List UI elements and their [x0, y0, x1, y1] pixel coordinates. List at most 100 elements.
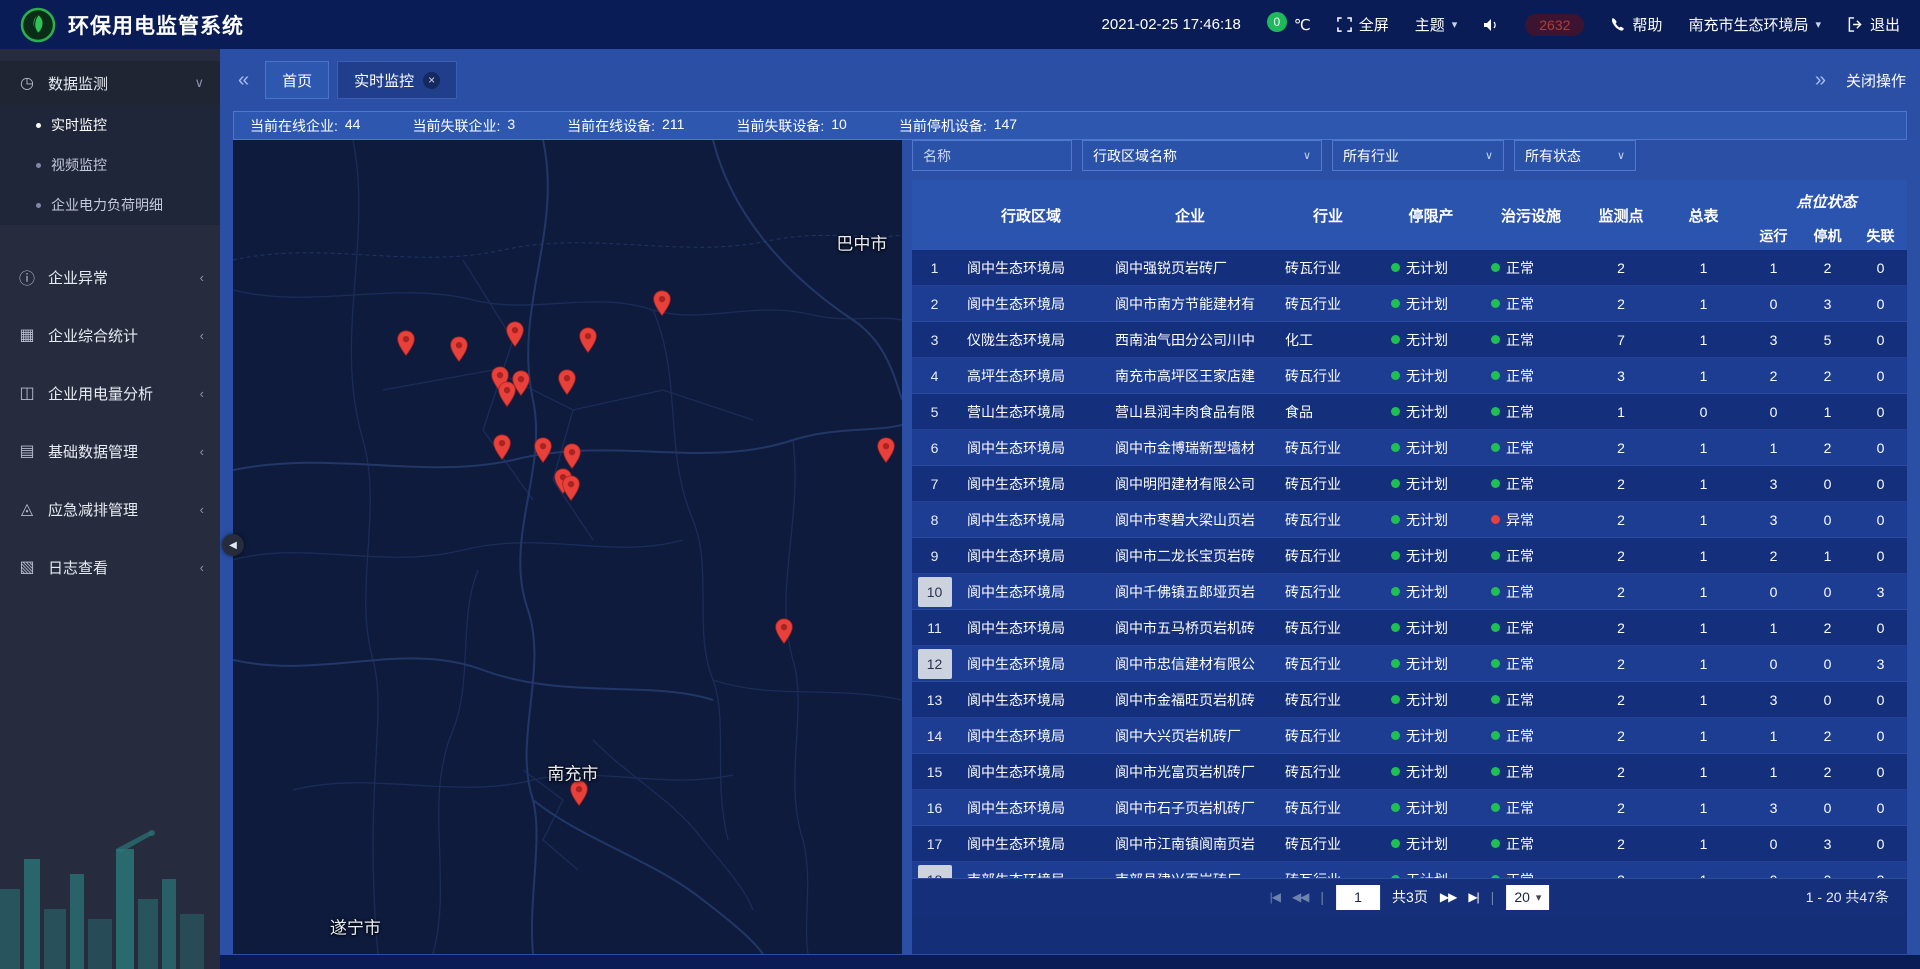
table-row[interactable]: 15阆中生态环境局阆中市光富页岩机砖厂砖瓦行业无计划正常21120: [912, 754, 1907, 790]
cell-stopped: 0: [1801, 862, 1854, 878]
map-pin-icon[interactable]: [557, 369, 576, 396]
map-pin-icon[interactable]: [397, 330, 416, 357]
table-row[interactable]: 8阆中生态环境局阆中市枣碧大梁山页岩砖瓦行业无计划异常21300: [912, 502, 1907, 538]
alarm-sound-button[interactable]: [1483, 18, 1499, 32]
cell-treatment: 正常: [1481, 862, 1581, 878]
first-page-button[interactable]: |◀: [1270, 890, 1280, 904]
cell-lost: 0: [1854, 358, 1907, 393]
cell-stop-limit: 无计划: [1381, 718, 1481, 753]
sidebar-section-应急减排管理[interactable]: ◬应急减排管理‹: [0, 487, 220, 531]
table-row[interactable]: 17阆中生态环境局阆中市江南镇阆南页岩砖瓦行业无计划正常21030: [912, 826, 1907, 862]
org-dropdown[interactable]: 南充市生态环境局 ▾: [1688, 14, 1821, 35]
chart-icon: ◫: [16, 383, 38, 403]
map-pin-icon[interactable]: [450, 336, 469, 363]
cell-running: 1: [1746, 250, 1801, 285]
map-pin-icon[interactable]: [876, 437, 895, 464]
cell-company: 阆中千佛镇五郎垭页岩: [1105, 574, 1275, 609]
status-select[interactable]: 所有状态 ∨: [1514, 140, 1636, 171]
tab-实时监控[interactable]: 实时监控×: [337, 61, 457, 99]
database-icon: ▤: [16, 441, 38, 461]
theme-dropdown[interactable]: 主题 ▾: [1415, 14, 1458, 35]
table-row[interactable]: 7阆中生态环境局阆中明阳建材有限公司砖瓦行业无计划正常21300: [912, 466, 1907, 502]
table-row[interactable]: 11阆中生态环境局阆中市五马桥页岩机砖砖瓦行业无计划正常21120: [912, 610, 1907, 646]
next-page-button[interactable]: ▶▶: [1440, 890, 1456, 904]
chevron-down-icon: ∨: [1485, 149, 1493, 162]
sidebar-section-基础数据管理[interactable]: ▤基础数据管理‹: [0, 429, 220, 473]
map-pin-icon[interactable]: [653, 290, 672, 317]
table-row[interactable]: 9阆中生态环境局阆中市二龙长宝页岩砖砖瓦行业无计划正常21210: [912, 538, 1907, 574]
cell-monitor-points: 2: [1581, 754, 1661, 789]
sidebar-item-企业电力负荷明细[interactable]: 企业电力负荷明细: [0, 185, 220, 225]
map-pin-icon[interactable]: [506, 321, 525, 348]
status-dot-icon: [1391, 587, 1400, 596]
close-operations-dropdown[interactable]: 关闭操作: [1846, 70, 1906, 91]
name-search-input[interactable]: [912, 140, 1072, 171]
cell-industry: 砖瓦行业: [1275, 682, 1381, 717]
table-row[interactable]: 10阆中生态环境局阆中千佛镇五郎垭页岩砖瓦行业无计划正常21003: [912, 574, 1907, 610]
cell-lost: 0: [1854, 430, 1907, 465]
cell-company: 阆中市枣碧大梁山页岩: [1105, 502, 1275, 537]
map-pin-icon[interactable]: [562, 443, 581, 470]
cell-treatment: 正常: [1481, 322, 1581, 357]
page-input[interactable]: [1336, 885, 1380, 910]
region-select[interactable]: 行政区域名称 ∨: [1082, 140, 1322, 171]
table-row[interactable]: 2阆中生态环境局阆中市南方节能建材有砖瓦行业无计划正常21030: [912, 286, 1907, 322]
close-icon[interactable]: ×: [423, 72, 440, 89]
status-dot-icon: [1491, 551, 1500, 560]
tabs: 首页 实时监控×: [265, 61, 457, 99]
map-pin-icon[interactable]: [561, 475, 580, 502]
cell-monitor-points: 2: [1581, 286, 1661, 321]
cell-running: 3: [1746, 502, 1801, 537]
sidebar-section-企业异常[interactable]: ⓘ企业异常‹: [0, 255, 220, 299]
help-button[interactable]: 帮助: [1610, 14, 1662, 35]
tabs-scroll-right-icon[interactable]: »: [1811, 69, 1830, 92]
alarm-count-badge[interactable]: 2632: [1525, 14, 1584, 36]
cell-treatment: 正常: [1481, 682, 1581, 717]
cell-stopped: 0: [1801, 502, 1854, 537]
table-row[interactable]: 13阆中生态环境局阆中市金福旺页岩机砖砖瓦行业无计划正常21300: [912, 682, 1907, 718]
map-collapse-button[interactable]: ◀: [222, 534, 244, 556]
map-pin-icon[interactable]: [774, 618, 793, 645]
last-page-button[interactable]: ▶|: [1468, 890, 1478, 904]
sidebar-section-label: 企业综合统计: [48, 325, 138, 346]
industry-select[interactable]: 所有行业 ∨: [1332, 140, 1504, 171]
map-pin-icon[interactable]: [578, 327, 597, 354]
logout-button[interactable]: 退出: [1847, 14, 1900, 35]
sidebar-item-实时监控[interactable]: 实时监控: [0, 105, 220, 145]
sidebar-section-日志查看[interactable]: ▧日志查看‹: [0, 545, 220, 589]
tab-首页[interactable]: 首页: [265, 61, 329, 99]
prev-page-button[interactable]: ◀◀: [1292, 890, 1308, 904]
cell-lost: 0: [1854, 790, 1907, 825]
table-row[interactable]: 4高坪生态环境局南充市高坪区王家店建砖瓦行业无计划正常31220: [912, 358, 1907, 394]
map-pin-icon[interactable]: [511, 370, 530, 397]
cell-stop-limit: 无计划: [1381, 538, 1481, 573]
chevron-left-icon: ‹: [200, 560, 204, 575]
map-pin-icon[interactable]: [492, 434, 511, 461]
table-row[interactable]: 5营山生态环境局营山县润丰肉食品有限食品无计划正常10010: [912, 394, 1907, 430]
table-row[interactable]: 6阆中生态环境局阆中市金博瑞新型墙材砖瓦行业无计划正常21120: [912, 430, 1907, 466]
app-title: 环保用电监管系统: [68, 10, 244, 40]
chevron-left-icon: ‹: [200, 328, 204, 343]
cell-total-meter: 1: [1661, 466, 1746, 501]
table-row[interactable]: 18南部生态环境局南部县建兴页岩砖厂砖瓦行业无计划正常21003: [912, 862, 1907, 878]
monitor-icon: ◷: [16, 73, 38, 93]
map-panel[interactable]: 巴中市南充市遂宁市: [233, 140, 902, 954]
table-row[interactable]: 3仪陇生态环境局西南油气田分公司川中化工无计划正常71350: [912, 322, 1907, 358]
cell-company: 阆中市江南镇阆南页岩: [1105, 826, 1275, 861]
sidebar-section-数据监测[interactable]: ◷数据监测∨: [0, 61, 220, 105]
map-pin-icon[interactable]: [533, 437, 552, 464]
table-row[interactable]: 12阆中生态环境局阆中市忠信建材有限公砖瓦行业无计划正常21003: [912, 646, 1907, 682]
sidebar-section-企业综合统计[interactable]: ▦企业综合统计‹: [0, 313, 220, 357]
sidebar-section-企业用电量分析[interactable]: ◫企业用电量分析‹: [0, 371, 220, 415]
table-row[interactable]: 1阆中生态环境局阆中强锐页岩砖厂砖瓦行业无计划正常21120: [912, 250, 1907, 286]
cell-total-meter: 1: [1661, 646, 1746, 681]
sidebar-item-视频监控[interactable]: 视频监控: [0, 145, 220, 185]
cell-region: 阆中生态环境局: [957, 718, 1105, 753]
tab-label: 首页: [282, 70, 312, 91]
page-size-select[interactable]: 20 ▾: [1506, 885, 1549, 910]
city-label: 巴中市: [836, 229, 887, 254]
tabs-scroll-left-icon[interactable]: «: [234, 69, 253, 92]
table-row[interactable]: 16阆中生态环境局阆中市石子页岩机砖厂砖瓦行业无计划正常21300: [912, 790, 1907, 826]
table-row[interactable]: 14阆中生态环境局阆中大兴页岩机砖厂砖瓦行业无计划正常21120: [912, 718, 1907, 754]
fullscreen-button[interactable]: 全屏: [1337, 14, 1389, 35]
